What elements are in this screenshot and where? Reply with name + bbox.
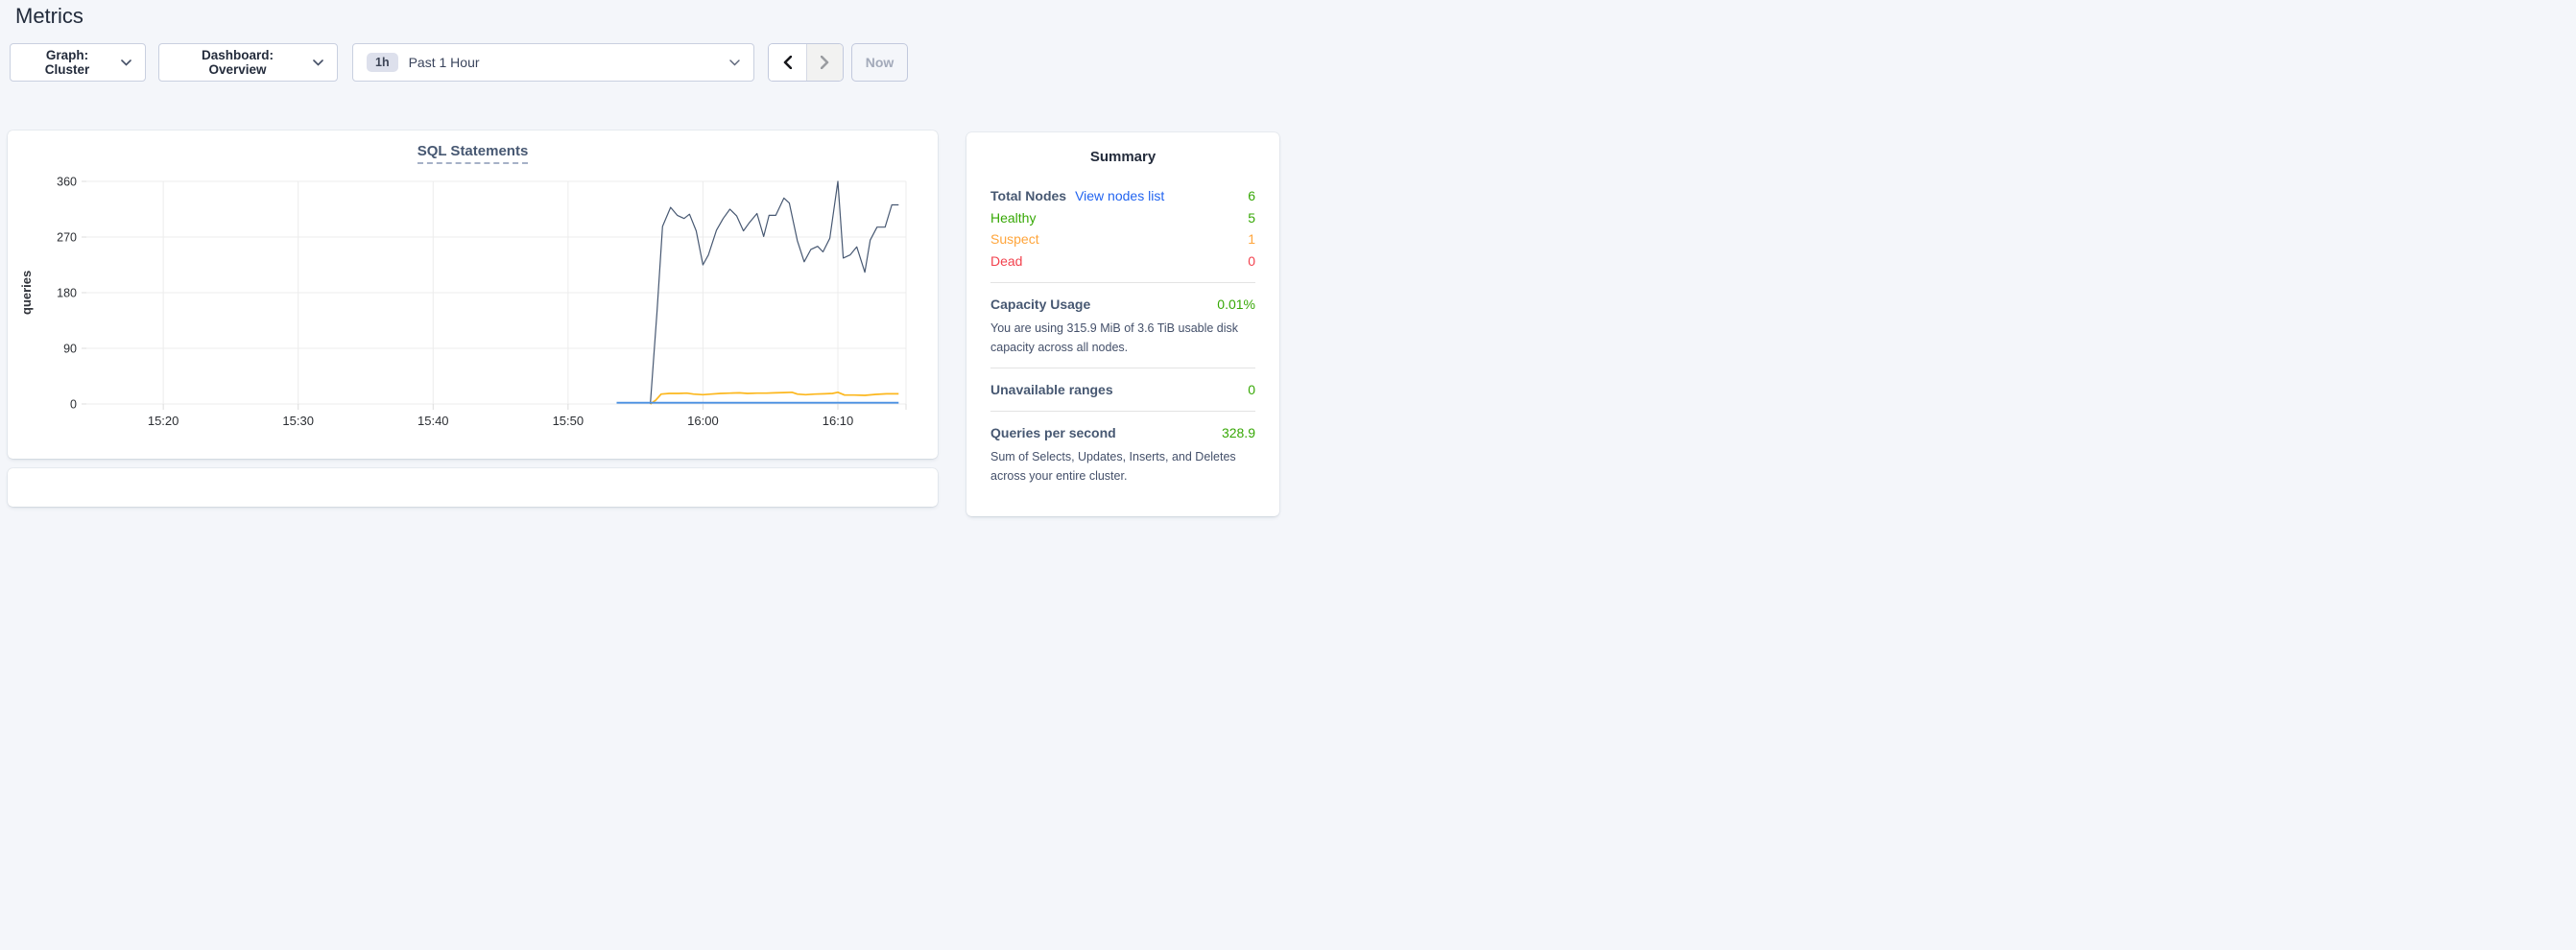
chevron-right-icon — [821, 56, 829, 69]
chart-title-text[interactable]: SQL Statements — [417, 143, 529, 164]
summary-title: Summary — [990, 149, 1255, 165]
total-nodes-value: 6 — [1248, 188, 1255, 203]
view-nodes-list-link[interactable]: View nodes list — [1075, 188, 1164, 203]
queries-per-second-label: Queries per second — [990, 425, 1116, 440]
x-tick-label: 16:10 — [823, 414, 854, 428]
suspect-nodes-row: Suspect 1 — [990, 228, 1255, 250]
summary-panel: Summary Total Nodes View nodes list 6 He… — [966, 132, 1279, 516]
chevron-down-icon — [313, 59, 323, 66]
time-range-picker[interactable]: 1h Past 1 Hour — [352, 43, 754, 82]
healthy-nodes-row: Healthy 5 — [990, 207, 1255, 229]
divider — [990, 411, 1255, 412]
time-prev-button[interactable] — [769, 44, 806, 81]
total-nodes-row: Total Nodes View nodes list 6 — [990, 185, 1255, 207]
queries-per-second-value: 328.9 — [1222, 425, 1255, 440]
x-tick-label: 15:50 — [553, 414, 584, 428]
chevron-down-icon — [729, 59, 740, 66]
dead-label: Dead — [990, 253, 1022, 269]
y-tick-label: 360 — [57, 176, 77, 189]
time-next-button[interactable] — [806, 44, 844, 81]
time-range-badge: 1h — [367, 53, 398, 73]
healthy-label: Healthy — [990, 210, 1036, 226]
time-nav-group — [768, 43, 844, 82]
dead-value: 0 — [1248, 253, 1255, 269]
dashboard-label: Dashboard: Overview — [173, 48, 302, 77]
x-tick-label: 15:30 — [282, 414, 314, 428]
graph-scope-label: Graph: Cluster — [24, 48, 110, 77]
suspect-label: Suspect — [990, 231, 1039, 247]
sql-statements-chart[interactable]: 0 90 180 270 360 15:20 15:30 15:40 15:50 16:00 16:… — [8, 131, 938, 459]
page-title: Metrics — [15, 2, 83, 31]
sql-statements-chart-card: 0 90 180 270 360 15:20 15:30 15:40 15:50 16:00 16:… — [8, 131, 938, 459]
controls-bar: Graph: Cluster Dashboard: Overview 1h Pa… — [10, 43, 908, 82]
next-chart-card — [8, 468, 938, 507]
x-tick-label: 15:20 — [148, 414, 179, 428]
unavailable-ranges-value: 0 — [1248, 382, 1255, 397]
capacity-usage-value: 0.01% — [1217, 297, 1255, 312]
capacity-usage-caption: You are using 315.9 MiB of 3.6 TiB usabl… — [990, 319, 1255, 357]
unavailable-ranges-row: Unavailable ranges 0 — [990, 379, 1255, 401]
y-axis-label: queries — [19, 181, 34, 404]
y-tick-label: 0 — [70, 398, 77, 412]
metrics-page: Metrics Graph: Cluster Dashboard: Overvi… — [0, 0, 1288, 475]
total-nodes-label: Total Nodes — [990, 188, 1066, 203]
y-tick-label: 90 — [63, 343, 77, 356]
chevron-down-icon — [121, 59, 131, 66]
time-range-label: Past 1 Hour — [409, 55, 480, 70]
healthy-value: 5 — [1248, 210, 1255, 226]
divider — [990, 282, 1255, 283]
x-tick-label: 16:00 — [687, 414, 719, 428]
x-tick-label: 15:40 — [417, 414, 449, 428]
queries-per-second-caption: Sum of Selects, Updates, Inserts, and De… — [990, 447, 1255, 486]
capacity-usage-label: Capacity Usage — [990, 297, 1090, 312]
y-tick-label: 270 — [57, 231, 77, 245]
dashboard-dropdown[interactable]: Dashboard: Overview — [158, 43, 338, 82]
graph-scope-dropdown[interactable]: Graph: Cluster — [10, 43, 146, 82]
unavailable-ranges-label: Unavailable ranges — [990, 382, 1113, 397]
queries-per-second-row: Queries per second 328.9 — [990, 422, 1255, 444]
suspect-value: 1 — [1248, 231, 1255, 247]
capacity-usage-row: Capacity Usage 0.01% — [990, 294, 1255, 316]
dead-nodes-row: Dead 0 — [990, 250, 1255, 273]
y-tick-label: 180 — [57, 287, 77, 300]
chart-title: SQL Statements — [8, 143, 938, 159]
now-button[interactable]: Now — [851, 43, 908, 82]
chevron-left-icon — [783, 56, 792, 69]
